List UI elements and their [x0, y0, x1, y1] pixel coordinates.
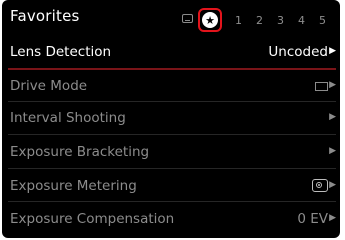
selection-underline: [8, 68, 336, 70]
menu-item-interval-shooting[interactable]: Interval Shooting ▶: [2, 103, 340, 133]
menu-item-value: Uncoded: [268, 44, 328, 60]
camera-menu-screen: Favorites ★ 1 2 3 4 5 Lens Detection Unc…: [2, 0, 340, 238]
tab-page-4[interactable]: 4: [298, 14, 305, 27]
chevron-right-icon: ▶: [329, 80, 336, 90]
chevron-right-icon: ▶: [329, 46, 336, 56]
tab-page-2[interactable]: 2: [256, 14, 263, 27]
divider: [8, 168, 336, 169]
star-icon[interactable]: ★: [202, 12, 218, 28]
chevron-right-icon: ▶: [329, 213, 336, 223]
menu-item-label: Lens Detection: [10, 44, 112, 60]
chevron-right-icon: ▶: [329, 112, 336, 122]
menu-item-label: Exposure Metering: [10, 178, 137, 194]
tab-page-5[interactable]: 5: [319, 14, 326, 27]
menu-item-drive-mode[interactable]: Drive Mode ▶: [2, 71, 340, 101]
chevron-right-icon: ▶: [329, 180, 336, 190]
divider: [8, 201, 336, 202]
menu-item-label: Exposure Bracketing: [10, 144, 150, 160]
tab-page-3[interactable]: 3: [277, 14, 284, 27]
page-title: Favorites: [10, 7, 80, 25]
menu-item-label: Drive Mode: [10, 78, 88, 94]
divider: [8, 134, 336, 135]
menu-header: Favorites ★ 1 2 3 4 5: [2, 0, 340, 34]
divider: [8, 101, 336, 102]
menu-item-label: Interval Shooting: [10, 110, 126, 126]
menu-item-exposure-metering[interactable]: Exposure Metering ▶: [2, 171, 340, 201]
menu-screen-icon[interactable]: [182, 14, 193, 23]
single-frame-icon: [315, 82, 328, 91]
menu-item-exposure-compensation[interactable]: Exposure Compensation 0 EV ▶: [2, 204, 340, 234]
menu-item-label: Exposure Compensation: [10, 211, 175, 227]
menu-item-exposure-bracketing[interactable]: Exposure Bracketing ▶: [2, 137, 340, 167]
menu-item-value: 0 EV: [297, 211, 328, 227]
tab-page-1[interactable]: 1: [235, 14, 242, 27]
chevron-right-icon: ▶: [329, 146, 336, 156]
menu-item-lens-detection[interactable]: Lens Detection Uncoded ▶: [2, 37, 340, 67]
center-weighted-metering-icon: [312, 179, 328, 192]
